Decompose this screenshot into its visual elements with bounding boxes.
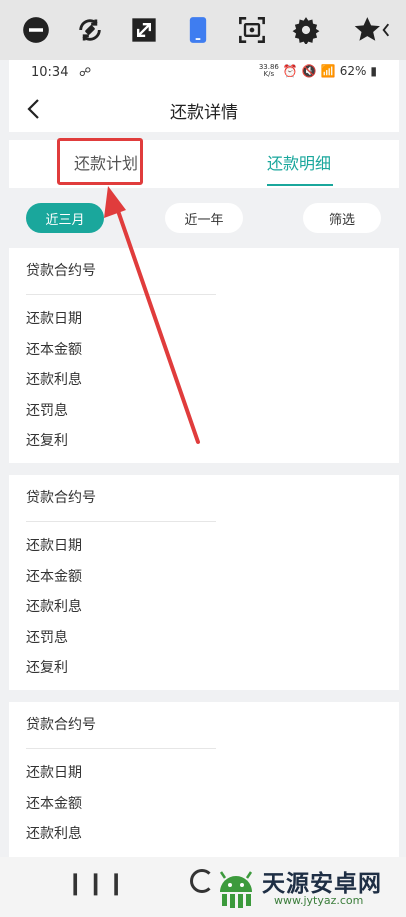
rotate-icon[interactable] — [74, 14, 106, 46]
repay-date-label: 还款日期 — [26, 311, 82, 327]
divider — [26, 294, 216, 295]
tab-underline — [267, 184, 333, 186]
filter-button[interactable]: 筛选 — [303, 203, 381, 233]
highlight-box — [57, 138, 143, 185]
penalty-label: 还罚息 — [26, 630, 68, 646]
watermark-title: 天源安卓网 — [262, 871, 382, 897]
status-time: 10:34 — [31, 65, 69, 80]
repayment-card[interactable]: 贷款合约号 还款日期 还本金额 还款利息 还罚息 还复利 — [9, 248, 399, 463]
interest-label: 还款利息 — [26, 826, 82, 842]
battery-level: 62% — [339, 64, 367, 78]
divider — [26, 748, 216, 749]
minus-circle-icon[interactable] — [20, 14, 52, 46]
alarm-icon: ⏰ — [282, 64, 298, 78]
phone-screen: 10:34 ☍ 33.86 K/s ⏰ 🔇 📶 62% ▮ 还款详情 还款计划 还… — [9, 60, 399, 917]
interest-label: 还款利息 — [26, 372, 82, 388]
filter-3-months[interactable]: 近三月 — [26, 203, 104, 233]
screenshot-icon[interactable] — [236, 14, 268, 46]
status-icons: 33.86 K/s ⏰ 🔇 📶 62% ▮ — [258, 63, 377, 79]
contract-number-label: 贷款合约号 — [26, 717, 96, 733]
contract-number-label: 贷款合约号 — [26, 490, 96, 506]
principal-label: 还本金额 — [26, 569, 82, 585]
android-logo-icon — [219, 871, 253, 908]
star-icon[interactable] — [350, 14, 394, 46]
mute-icon: 🔇 — [301, 64, 317, 78]
tab-repayment-detail[interactable]: 还款明细 — [267, 150, 331, 174]
compound-label: 还复利 — [26, 433, 68, 449]
repay-date-label: 还款日期 — [26, 538, 82, 554]
compound-label: 还复利 — [26, 660, 68, 676]
link-icon: ☍ — [79, 65, 92, 79]
net-speed: 33.86 K/s — [258, 63, 279, 78]
interest-label: 还款利息 — [26, 599, 82, 615]
site-watermark: 天源安卓网 www.jytyaz.com — [206, 858, 406, 914]
nav-bar: 还款详情 — [9, 88, 399, 132]
repay-date-label: 还款日期 — [26, 765, 82, 781]
filter-bar: 近三月 近一年 筛选 — [9, 200, 399, 240]
screenshot-toolbar — [0, 0, 406, 60]
expand-icon[interactable] — [128, 14, 160, 46]
watermark-url: www.jytyaz.com — [274, 894, 364, 907]
contract-number-label: 贷款合约号 — [26, 263, 96, 279]
principal-label: 还本金额 — [26, 796, 82, 812]
principal-label: 还本金额 — [26, 342, 82, 358]
filter-1-year[interactable]: 近一年 — [165, 203, 243, 233]
status-bar: 10:34 ☍ 33.86 K/s ⏰ 🔇 📶 62% ▮ — [9, 60, 399, 88]
phone-icon[interactable] — [182, 14, 214, 46]
gear-icon[interactable] — [290, 14, 322, 46]
repayment-card[interactable]: 贷款合约号 还款日期 还本金额 还款利息 还罚息 还复利 — [9, 475, 399, 690]
penalty-label: 还罚息 — [26, 403, 68, 419]
battery-icon: ▮ — [370, 64, 377, 78]
recents-button[interactable]: ❙❙❙ — [66, 871, 127, 896]
page-title: 还款详情 — [170, 103, 238, 123]
wifi-icon: 📶 — [320, 64, 336, 78]
divider — [26, 521, 216, 522]
